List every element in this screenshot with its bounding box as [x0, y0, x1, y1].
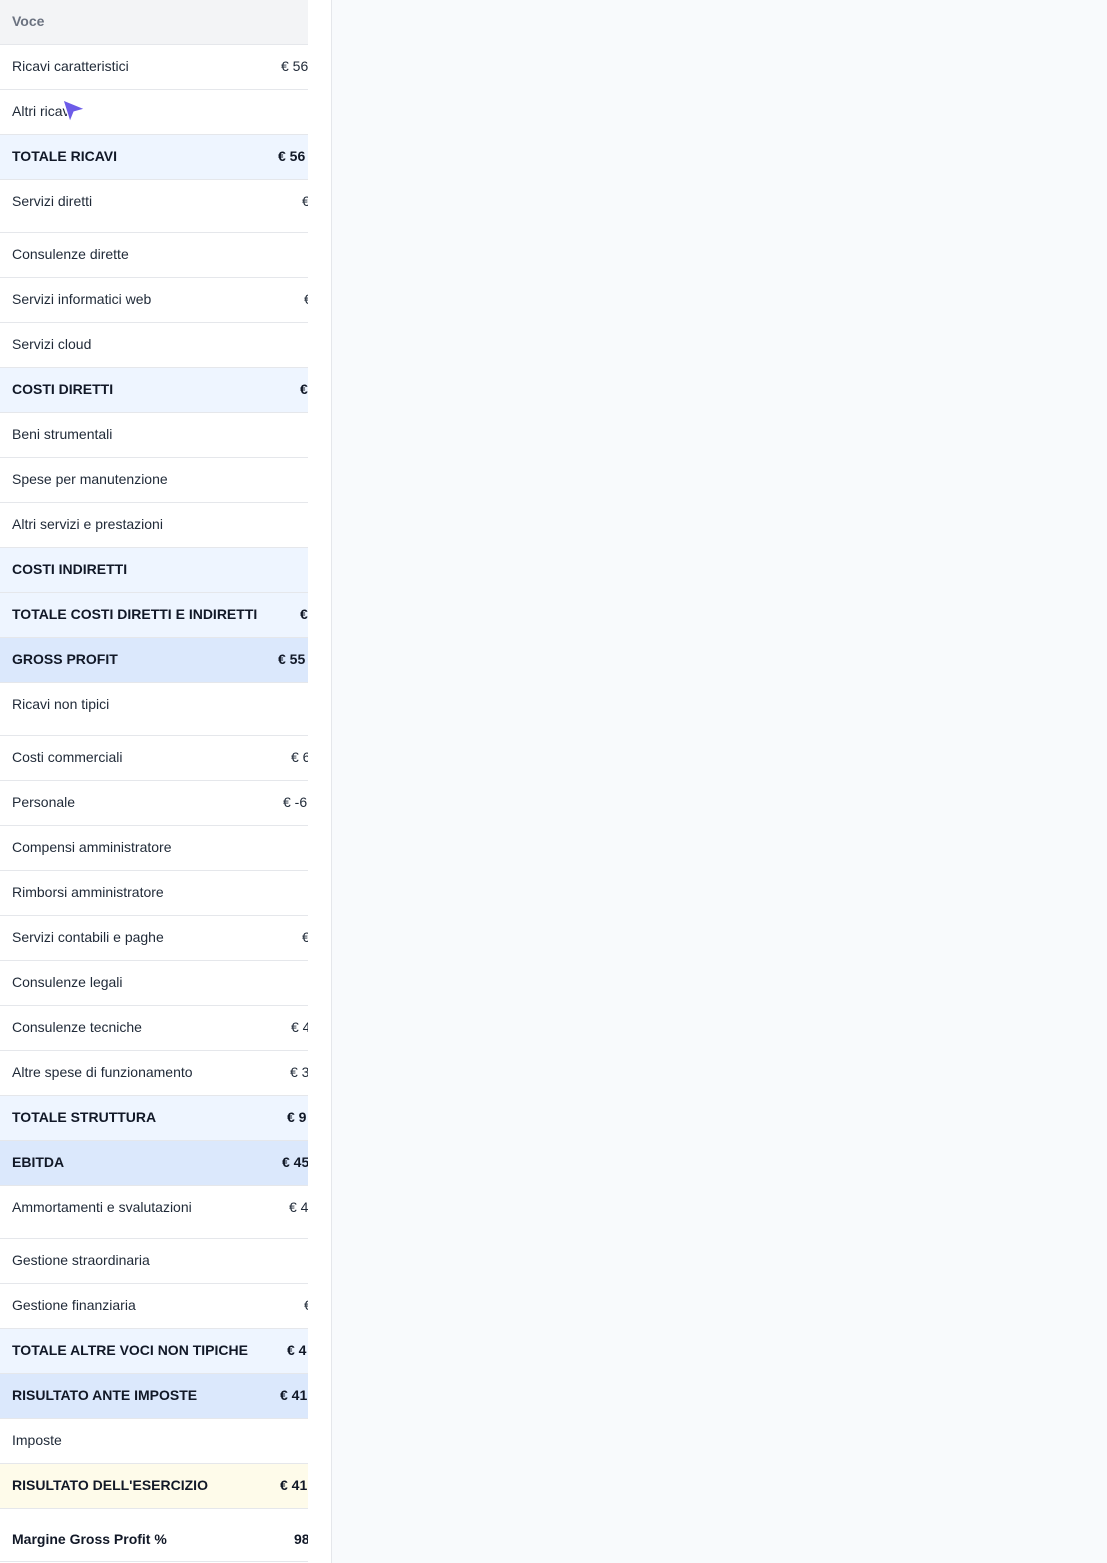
row-label: TOTALE STRUTTURA — [12, 1109, 157, 1125]
row-label: Servizi informatici web — [12, 291, 152, 307]
row-label: Ricavi caratteristici — [12, 58, 129, 74]
row-value: € — [304, 291, 308, 307]
row-label: Consulenze dirette — [12, 246, 129, 262]
income-statement-panel: Voce Ricavi caratteristici € 56 Altri ri… — [0, 0, 332, 1563]
row-label: TOTALE ALTRE VOCI NON TIPICHE — [12, 1342, 248, 1358]
table-row[interactable]: Beni strumentali — [0, 413, 308, 458]
table-row[interactable]: Servizi cloud — [0, 323, 308, 368]
row-value: € 45 — [282, 1154, 308, 1170]
row-label: Altri servizi e prestazioni — [12, 516, 163, 532]
mouse-cursor-icon — [62, 99, 86, 123]
row-value: € 6 — [291, 749, 308, 765]
table-row[interactable]: Altre spese di funzionamento € 3 — [0, 1051, 308, 1096]
row-label: TOTALE COSTI DIRETTI E INDIRETTI — [12, 606, 258, 622]
row-label: Gestione straordinaria — [12, 1252, 150, 1268]
row-label: Servizi cloud — [12, 336, 92, 352]
total-row[interactable]: EBITDA € 45 — [0, 1141, 308, 1186]
row-label: Costi commerciali — [12, 749, 123, 765]
row-label: Spese per manutenzione — [12, 471, 168, 487]
table-row[interactable]: Imposte — [0, 1419, 308, 1464]
row-value: € 4 — [287, 1342, 307, 1358]
table-row[interactable]: Gestione straordinaria — [0, 1239, 308, 1284]
income-statement-table: Voce Ricavi caratteristici € 56 Altri ri… — [0, 0, 308, 1562]
row-value: € 41 — [280, 1477, 308, 1493]
row-value: € 9 — [287, 1109, 307, 1125]
table-row[interactable]: Ricavi caratteristici € 56 — [0, 45, 308, 90]
row-label: COSTI DIRETTI — [12, 381, 114, 397]
subtotal-row[interactable]: TOTALE ALTRE VOCI NON TIPICHE € 4 — [0, 1329, 308, 1374]
table-row[interactable]: Servizi diretti € — [0, 180, 308, 233]
total-row[interactable]: GROSS PROFIT € 55 — [0, 638, 308, 683]
row-label: Ricavi non tipici — [12, 696, 110, 712]
row-value: 98 — [294, 1531, 308, 1547]
table-row[interactable]: Consulenze dirette — [0, 233, 308, 278]
row-label: Consulenze legali — [12, 974, 123, 990]
table-row[interactable]: Ammortamenti e svalutazioni € 4 — [0, 1186, 308, 1239]
table-row[interactable]: Consulenze legali — [0, 961, 308, 1006]
row-label: Servizi diretti — [12, 193, 93, 209]
table-row[interactable]: Personale € -6 — [0, 781, 308, 826]
subtotal-row[interactable]: TOTALE STRUTTURA € 9 — [0, 1096, 308, 1141]
row-label: COSTI INDIRETTI — [12, 561, 128, 577]
row-label: Servizi contabili e paghe — [12, 929, 164, 945]
row-label: Gestione finanziaria — [12, 1297, 136, 1313]
table-row[interactable]: Costi commerciali € 6 — [0, 736, 308, 781]
row-value: € 56 — [278, 148, 306, 164]
margin-row[interactable]: Margine Gross Profit % 98 — [0, 1509, 308, 1562]
row-value: € -6 — [283, 794, 308, 810]
table-row[interactable]: Servizi contabili e paghe € — [0, 916, 308, 961]
table-row[interactable]: Rimborsi amministratore — [0, 871, 308, 916]
row-value: € 3 — [290, 1064, 308, 1080]
row-label: Consulenze tecniche — [12, 1019, 142, 1035]
row-value: € — [304, 1297, 308, 1313]
app-canvas: Voce Ricavi caratteristici € 56 Altri ri… — [0, 0, 1107, 1563]
row-label: Rimborsi amministratore — [12, 884, 164, 900]
table-row[interactable]: Compensi amministratore — [0, 826, 308, 871]
row-value: € — [302, 193, 308, 209]
row-label: RISULTATO DELL'ESERCIZIO — [12, 1477, 208, 1493]
row-label: Imposte — [12, 1432, 62, 1448]
table-scroll-area[interactable]: Voce Ricavi caratteristici € 56 Altri ri… — [0, 0, 308, 1563]
row-value: € 55 — [278, 651, 306, 667]
row-label: Altre spese di funzionamento — [12, 1064, 193, 1080]
row-label: EBITDA — [12, 1154, 65, 1170]
subtotal-row[interactable]: COSTI DIRETTI € — [0, 368, 308, 413]
row-value: € 56 — [281, 58, 308, 74]
subtotal-row[interactable]: TOTALE COSTI DIRETTI E INDIRETTI € — [0, 593, 308, 638]
row-label: TOTALE RICAVI — [12, 148, 117, 164]
row-value: € — [300, 381, 308, 397]
row-label: Ammortamenti e svalutazioni — [12, 1199, 192, 1215]
row-label: RISULTATO ANTE IMPOSTE — [12, 1387, 198, 1403]
row-value: € 41 — [280, 1387, 308, 1403]
row-label: Margine Gross Profit % — [12, 1531, 167, 1547]
table-row[interactable]: Servizi informatici web € — [0, 278, 308, 323]
row-value: € 4 — [291, 1019, 308, 1035]
row-label: Personale — [12, 794, 76, 810]
table-row[interactable]: Gestione finanziaria € — [0, 1284, 308, 1329]
row-value: € 4 — [289, 1199, 308, 1215]
row-value: € — [300, 606, 308, 622]
subtotal-row[interactable]: TOTALE RICAVI € 56 — [0, 135, 308, 180]
total-row[interactable]: RISULTATO ANTE IMPOSTE € 41 — [0, 1374, 308, 1419]
row-label: Compensi amministratore — [12, 839, 172, 855]
table-row[interactable]: Spese per manutenzione — [0, 458, 308, 503]
row-label: Beni strumentali — [12, 426, 113, 442]
table-row[interactable]: Altri ricavi — [0, 90, 308, 135]
table-row[interactable]: Consulenze tecniche € 4 — [0, 1006, 308, 1051]
row-value: € — [302, 929, 308, 945]
table-row[interactable]: Ricavi non tipici — [0, 683, 308, 736]
column-header-voce[interactable]: Voce — [12, 13, 44, 29]
subtotal-row[interactable]: COSTI INDIRETTI — [0, 548, 308, 593]
table-row[interactable]: Altri servizi e prestazioni — [0, 503, 308, 548]
table-header-row: Voce — [0, 0, 308, 45]
result-row[interactable]: RISULTATO DELL'ESERCIZIO € 41 — [0, 1464, 308, 1509]
row-label: GROSS PROFIT — [12, 651, 118, 667]
